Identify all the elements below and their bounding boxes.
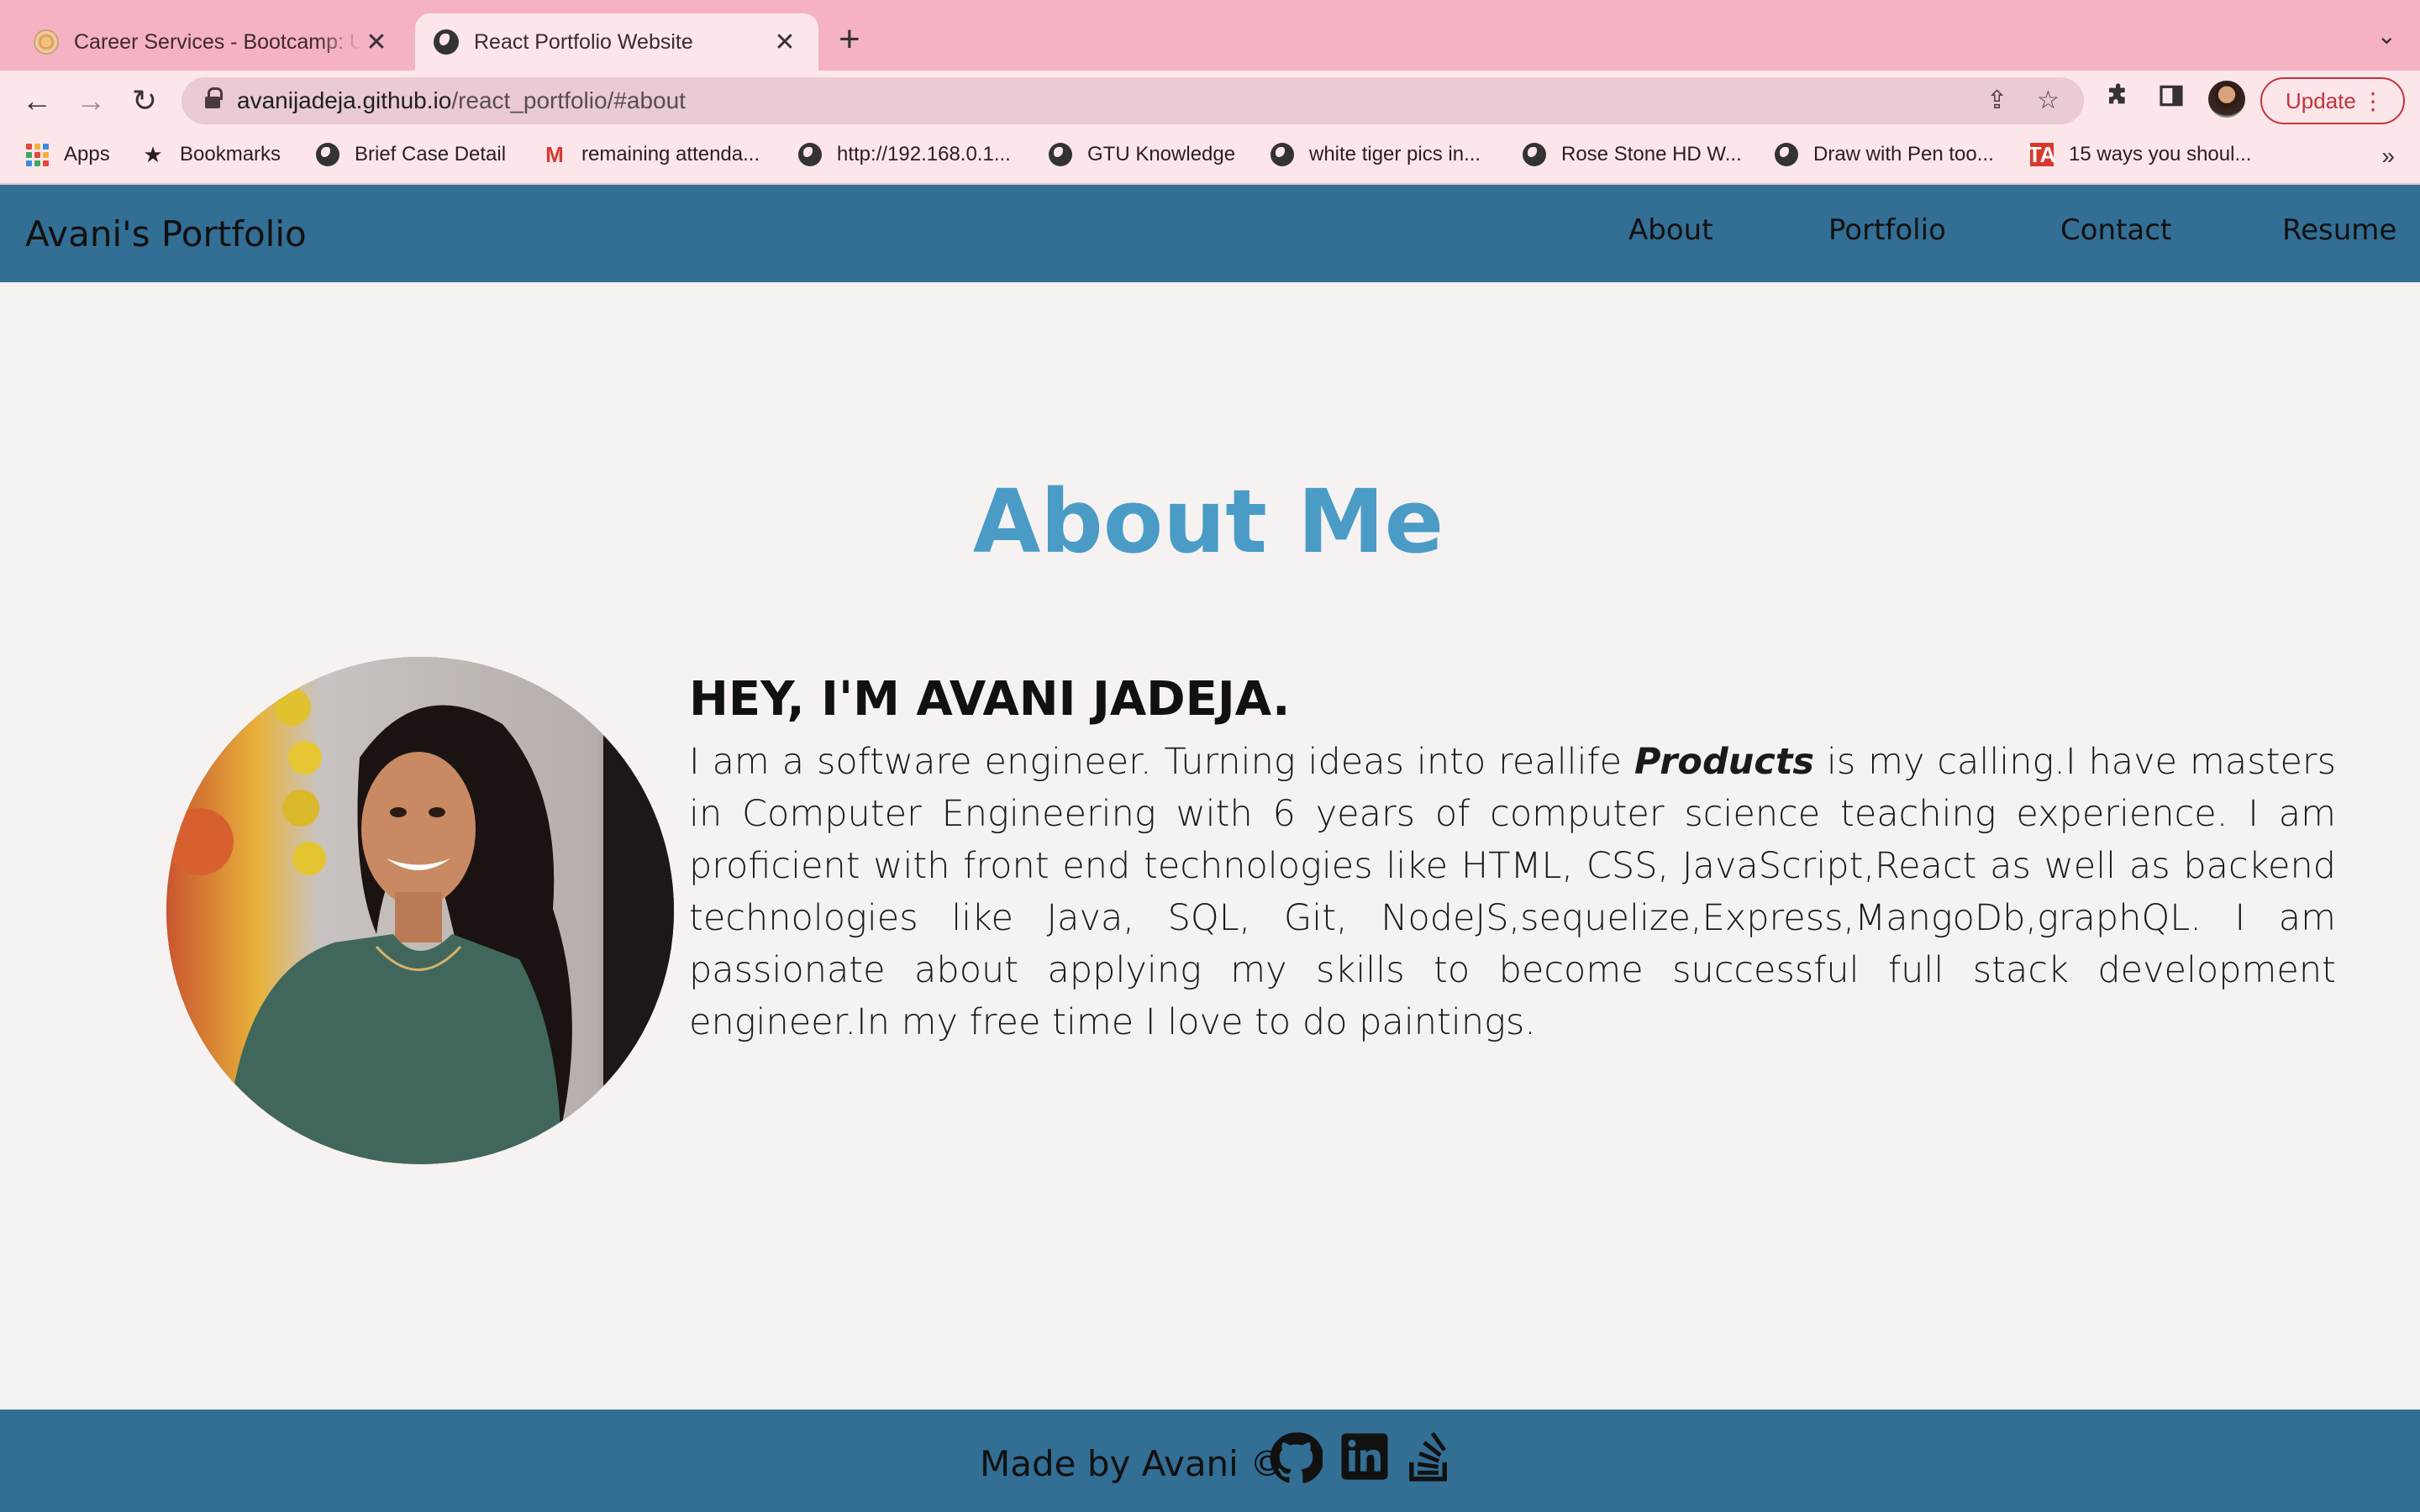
bookmark-label: 15 ways you shoul... xyxy=(2069,143,2252,165)
lock-icon[interactable] xyxy=(205,87,223,109)
globe-icon xyxy=(316,143,339,166)
tab-title: Career Services - Bootcamp: U xyxy=(74,29,361,54)
address-bar[interactable]: avanijadeja.github.io/react_portfolio/#a… xyxy=(182,77,2084,124)
site-favicon-icon xyxy=(34,29,59,55)
more-menu-icon[interactable]: ⋮ xyxy=(2361,87,2385,115)
bookmark-15-ways[interactable]: TA 15 ways you shoul... xyxy=(2028,141,2252,167)
extensions-puzzle-icon[interactable] xyxy=(2106,82,2133,116)
nav-resume[interactable]: Resume xyxy=(2282,213,2396,247)
nav-portfolio[interactable]: Portfolio xyxy=(1828,213,1946,247)
site-footer: Made by Avani © xyxy=(0,1410,2420,1512)
bookmarks-overflow-icon[interactable]: » xyxy=(2381,143,2395,170)
profile-avatar[interactable] xyxy=(2208,81,2245,118)
share-icon[interactable]: ⇪ xyxy=(1986,86,2007,115)
bookmarks-bar: Apps ★ Bookmarks Brief Case Detail M rem… xyxy=(0,131,2420,185)
bookmark-white-tiger[interactable]: white tiger pics in... xyxy=(1270,143,1481,166)
tab-react-portfolio[interactable]: React Portfolio Website ✕ xyxy=(415,13,818,71)
tab-career-services[interactable]: Career Services - Bootcamp: U ✕ xyxy=(15,13,410,71)
bookmark-label: Brief Case Detail xyxy=(355,143,507,165)
side-panel-icon[interactable] xyxy=(2158,82,2185,116)
about-text-start: I am a software engineer. Turning ideas … xyxy=(689,741,1635,783)
about-text-end: is my calling.I have masters in Computer… xyxy=(689,741,2336,1043)
back-arrow-icon[interactable]: ← xyxy=(17,81,57,121)
linkedin-icon[interactable] xyxy=(1339,1431,1393,1485)
gmail-icon: M xyxy=(545,141,564,167)
bookmark-local-ip[interactable]: http://192.168.0.1... xyxy=(798,143,1011,166)
tab-search-chevron-icon[interactable]: ⌄ xyxy=(2377,22,2396,50)
site-brand[interactable]: Avani's Portfolio xyxy=(25,213,307,255)
bookmark-label: GTU Knowledge xyxy=(1087,143,1236,165)
apps-grid-icon xyxy=(25,143,49,166)
footer-credit: Made by Avani © xyxy=(980,1443,1286,1484)
globe-icon xyxy=(1775,143,1798,166)
bookmark-apps[interactable]: Apps xyxy=(25,143,110,166)
bookmark-rose-stone[interactable]: Rose Stone HD W... xyxy=(1523,143,1742,166)
about-paragraph: I am a software engineer. Turning ideas … xyxy=(689,736,2336,1048)
globe-icon xyxy=(1270,143,1294,166)
nav-contact[interactable]: Contact xyxy=(2060,213,2171,247)
globe-icon xyxy=(1523,143,1546,166)
update-button[interactable]: Update ⋮ xyxy=(2260,77,2405,124)
stackoverflow-icon[interactable] xyxy=(1405,1431,1459,1485)
browser-toolbar: ← → ↻ avanijadeja.github.io/react_portfo… xyxy=(0,71,2420,131)
bookmark-label: Bookmarks xyxy=(180,143,281,165)
site-navbar: Avani's Portfolio About Portfolio Contac… xyxy=(0,185,2420,282)
tab-close-icon[interactable]: ✕ xyxy=(770,28,800,57)
update-label: Update xyxy=(2286,87,2356,113)
github-icon[interactable] xyxy=(1269,1431,1324,1485)
bookmark-label: Apps xyxy=(64,143,110,165)
ta-icon: TA xyxy=(2028,141,2056,167)
bookmark-draw-with-pen[interactable]: Draw with Pen too... xyxy=(1775,143,1994,166)
browser-tabstrip: Career Services - Bootcamp: U ✕ React Po… xyxy=(0,0,2420,71)
url-text[interactable]: avanijadeja.github.io/react_portfolio/#a… xyxy=(237,87,686,114)
bookmark-label: Draw with Pen too... xyxy=(1813,143,1994,165)
bookmark-bookmarks[interactable]: ★ Bookmarks xyxy=(141,141,281,167)
globe-icon xyxy=(1049,143,1072,166)
star-icon: ★ xyxy=(143,141,163,167)
bookmark-label: white tiger pics in... xyxy=(1309,143,1481,165)
tab-close-icon[interactable]: ✕ xyxy=(361,28,392,57)
bookmark-gtu-knowledge[interactable]: GTU Knowledge xyxy=(1049,143,1235,166)
globe-icon xyxy=(434,29,459,55)
page-title: About Me xyxy=(972,470,1444,573)
tab-title: React Portfolio Website xyxy=(474,29,693,54)
profile-photo xyxy=(166,657,674,1164)
intro-heading: HEY, I'M AVANI JADEJA. xyxy=(689,672,1291,727)
bookmark-star-icon[interactable]: ☆ xyxy=(2037,86,2060,115)
bookmark-label: http://192.168.0.1... xyxy=(837,143,1011,165)
reload-icon[interactable]: ↻ xyxy=(124,81,165,121)
nav-about[interactable]: About xyxy=(1628,213,1713,247)
bookmark-label: Rose Stone HD W... xyxy=(1561,143,1742,165)
bookmark-remaining-attendance[interactable]: M remaining attenda... xyxy=(543,141,760,167)
bookmark-brief-case[interactable]: Brief Case Detail xyxy=(316,143,506,166)
new-tab-button[interactable]: + xyxy=(839,18,860,60)
forward-arrow-icon[interactable]: → xyxy=(71,81,111,121)
globe-icon xyxy=(798,143,822,166)
about-text-emphasis: Products xyxy=(1634,741,1815,783)
bookmark-label: remaining attenda... xyxy=(581,143,760,165)
